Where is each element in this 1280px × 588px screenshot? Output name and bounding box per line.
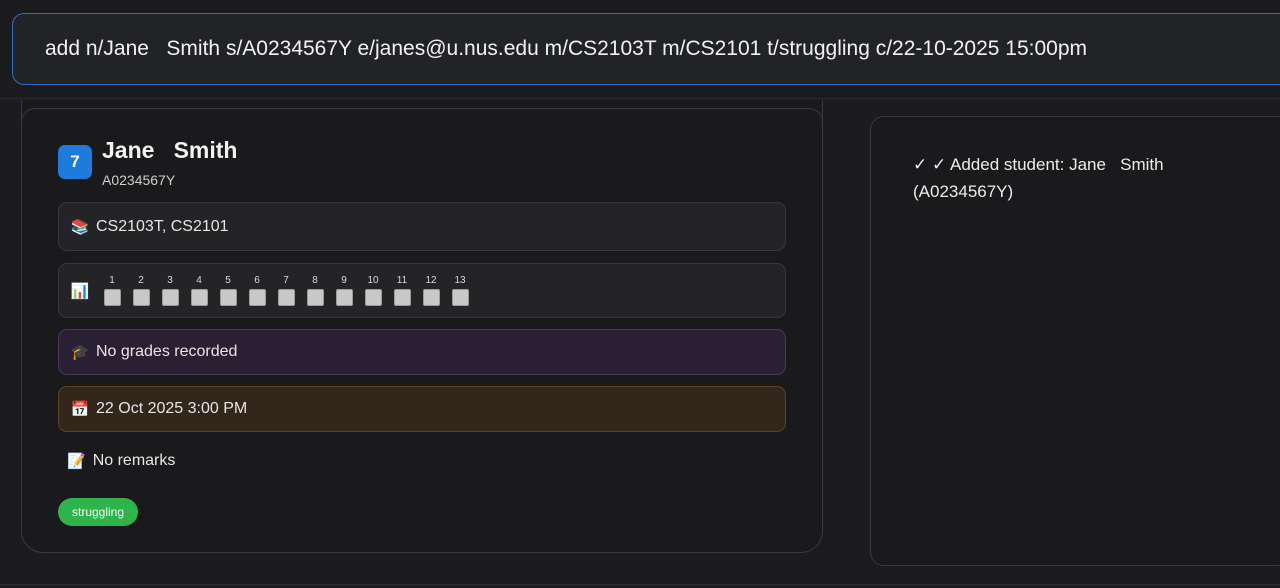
week-checkbox[interactable] [277,289,295,306]
command-box[interactable] [12,13,1280,85]
memo-icon: 📝 [67,453,86,470]
remarks-text: No remarks [92,452,176,469]
week-number: 13 [454,275,466,286]
consultation-text: 22 Oct 2025 3:00 PM [96,400,248,417]
attendance-week: 13 [450,275,470,306]
week-number: 7 [283,275,289,286]
divider-bottom [0,584,1280,585]
attendance-week: 11 [392,275,412,306]
attendance-week: 5 [218,275,238,306]
tag-badge: struggling [58,498,139,526]
attendance-week: 3 [160,275,180,306]
attendance-week: 1 [102,275,122,306]
command-input[interactable] [45,37,1245,61]
week-number: 3 [167,275,173,286]
week-checkbox[interactable] [451,289,469,306]
attendance-week: 9 [334,275,354,306]
week-number: 10 [367,275,379,286]
week-checkbox[interactable] [335,289,353,306]
week-checkbox[interactable] [103,289,121,306]
attendance-week: 6 [247,275,267,306]
attendance-week: 12 [421,275,441,306]
week-checkbox[interactable] [190,289,208,306]
graduation-cap-icon: 🎓 [70,344,90,361]
attendance-row: 📊 1 2 3 4 5 6 7 8 9 10 11 12 13 [58,263,786,318]
week-checkbox[interactable] [422,289,440,306]
remarks-row: 📝 No remarks [67,452,175,470]
week-number: 1 [109,275,115,286]
grades-text: No grades recorded [96,343,238,360]
attendance-week: 4 [189,275,209,306]
week-number: 11 [396,275,408,286]
grades-row: 🎓 No grades recorded [58,329,786,375]
student-name: Jane Smith [102,137,238,163]
result-message: ✓ ✓ Added student: Jane Smith (A0234567Y… [913,155,1164,201]
attendance-week: 7 [276,275,296,306]
modules-row: 📚 CS2103T, CS2101 [58,202,786,251]
attendance-week: 10 [363,275,383,306]
week-checkbox[interactable] [132,289,150,306]
student-id: A0234567Y [102,172,176,188]
week-number: 5 [225,275,231,286]
week-number: 2 [138,275,144,286]
week-number: 9 [341,275,347,286]
modules-text: CS2103T, CS2101 [96,217,229,235]
week-checkbox[interactable] [219,289,237,306]
week-number: 12 [425,275,437,286]
week-number: 8 [312,275,318,286]
attendance-week: 2 [131,275,151,306]
week-checkbox[interactable] [364,289,382,306]
week-checkbox[interactable] [161,289,179,306]
week-checkbox[interactable] [393,289,411,306]
attendance-chart-icon: 📊 [70,282,90,300]
attendance-week: 8 [305,275,325,306]
consultation-row: 📅 22 Oct 2025 3:00 PM [58,386,786,432]
index-badge: 7 [58,145,92,179]
divider [0,98,1280,99]
result-display: ✓ ✓ Added student: Jane Smith (A0234567Y… [870,116,1280,566]
week-checkbox[interactable] [248,289,266,306]
books-icon: 📚 [70,218,90,236]
calendar-icon: 📅 [70,401,90,418]
student-card[interactable] [21,100,823,553]
week-number: 6 [254,275,260,286]
week-checkbox[interactable] [306,289,324,306]
attendance-weeks: 1 2 3 4 5 6 7 8 9 10 11 12 13 [102,275,470,306]
week-number: 4 [196,275,202,286]
